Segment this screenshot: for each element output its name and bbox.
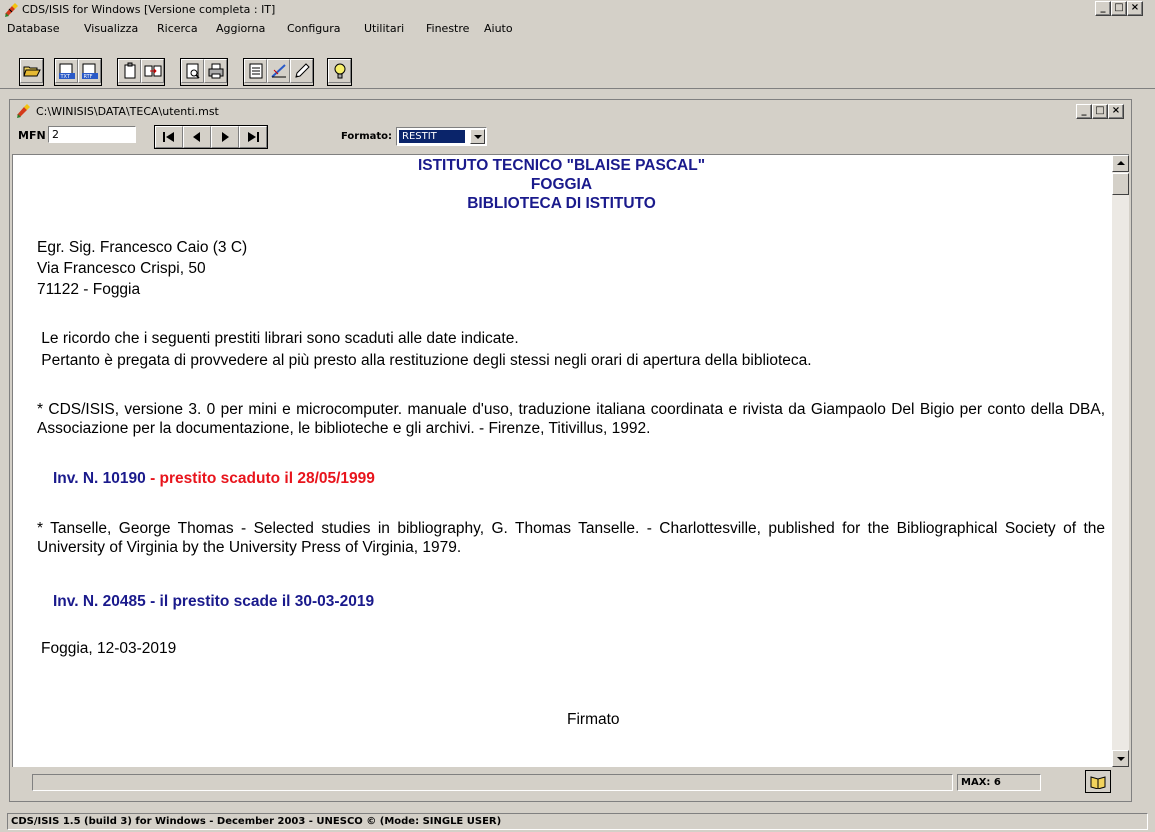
clipboard-button[interactable] <box>118 59 141 83</box>
loan-item-1-inventory: Inv. N. 10190 <box>53 470 146 487</box>
format-label: Formato: <box>341 131 393 142</box>
scroll-up-button[interactable] <box>1112 155 1129 172</box>
database-window-title-bar: C:\WINISIS\DATA\TECA\utenti.mst _ □ × <box>10 100 1131 122</box>
export-rtf-icon: RTF <box>81 63 98 80</box>
skip-last-icon <box>248 132 259 142</box>
message-line-2: Pertanto è pregata di provvedere al più … <box>37 352 812 369</box>
minimize-button[interactable]: _ <box>1095 1 1111 16</box>
main-title-bar: CDS/ISIS for Windows [Versione completa … <box>0 0 1155 19</box>
loan-item-1-overdue: - prestito scaduto il 28/05/1999 <box>145 470 375 487</box>
navigation-bar: MFN 2 Formato: RESTIT <box>10 122 1131 154</box>
scroll-thumb[interactable] <box>1112 173 1129 195</box>
app-icon <box>5 3 18 17</box>
skip-first-icon <box>163 132 174 142</box>
toolbar-group-open <box>19 58 44 86</box>
database-window-title: C:\WINISIS\DATA\TECA\utenti.mst <box>36 105 219 118</box>
menu-aggiorna[interactable]: Aggiorna <box>216 22 265 35</box>
mfn-label: MFN <box>18 129 46 142</box>
vertical-scrollbar[interactable] <box>1112 155 1129 767</box>
copy-records-button[interactable] <box>141 59 164 83</box>
app-window-controls: _ □ × <box>1095 1 1143 16</box>
child-close-button[interactable]: × <box>1108 104 1124 119</box>
menu-aiuto[interactable]: Aiuto <box>484 22 513 35</box>
close-button[interactable]: × <box>1127 1 1143 16</box>
sort-button[interactable] <box>267 59 290 83</box>
print-preview-button[interactable] <box>181 59 204 83</box>
export-txt-button[interactable]: TXT <box>55 59 78 83</box>
edit-pencil-icon <box>294 63 310 78</box>
database-icon <box>17 104 30 118</box>
chevron-down-icon[interactable] <box>470 129 485 144</box>
record-navigation <box>154 125 268 149</box>
record-text: ISTITUTO TECNICO "BLAISE PASCAL" FOGGIA … <box>13 155 1110 767</box>
menu-utilitari[interactable]: Utilitari <box>364 22 404 35</box>
export-rtf-button[interactable]: RTF <box>78 59 101 83</box>
print-button[interactable] <box>204 59 227 83</box>
lightbulb-icon <box>334 63 345 79</box>
header-city: FOGGIA <box>530 176 593 193</box>
dictionary-button[interactable] <box>1085 770 1111 793</box>
sort-icon <box>270 64 286 78</box>
database-window-status-row: MAX: 6 <box>10 768 1131 800</box>
child-maximize-button[interactable]: □ <box>1092 104 1108 119</box>
app-status-bar: CDS/ISIS 1.5 (build 3) for Windows - Dec… <box>7 813 1148 830</box>
menu-bar: Database Visualizza Ricerca Aggiorna Con… <box>0 19 1155 39</box>
address-city: 71122 - Foggia <box>37 281 141 298</box>
clipboard-icon <box>124 62 135 79</box>
svg-text:RTF: RTF <box>83 74 92 80</box>
next-icon <box>222 132 229 142</box>
signature: Firmato <box>567 711 620 728</box>
header-institute: ISTITUTO TECNICO "BLAISE PASCAL" <box>417 157 706 174</box>
database-window: C:\WINISIS\DATA\TECA\utenti.mst _ □ × MF… <box>9 99 1132 802</box>
worksheet-icon <box>249 63 262 79</box>
max-records: MAX: 6 <box>957 774 1041 791</box>
menu-visualizza[interactable]: Visualizza <box>84 22 138 35</box>
record-display: ISTITUTO TECNICO "BLAISE PASCAL" FOGGIA … <box>12 154 1129 767</box>
loan-item-2: * Tanselle, George Thomas - Selected stu… <box>37 520 1105 556</box>
edit-button[interactable] <box>290 59 313 83</box>
previous-icon <box>193 132 200 142</box>
address-name: Egr. Sig. Francesco Caio (3 C) <box>37 239 248 256</box>
first-record-button[interactable] <box>155 126 183 148</box>
print-preview-icon <box>186 63 200 79</box>
menu-database[interactable]: Database <box>7 22 60 35</box>
toolbar-group-edit <box>243 58 314 86</box>
scroll-down-button[interactable] <box>1112 750 1129 767</box>
date-line: Foggia, 12-03-2019 <box>41 640 177 657</box>
message-field <box>32 774 953 791</box>
svg-text:TXT: TXT <box>59 74 70 80</box>
child-minimize-button[interactable]: _ <box>1076 104 1092 119</box>
copy-records-icon <box>144 65 161 77</box>
last-record-button[interactable] <box>239 126 267 148</box>
format-selected-value: RESTIT <box>399 130 465 143</box>
header-library: BIBLIOTECA DI ISTITUTO <box>467 195 656 212</box>
menu-finestre[interactable]: Finestre <box>426 22 469 35</box>
maximize-button[interactable]: □ <box>1111 1 1127 16</box>
loan-item-2-status: Inv. N. 20485 - il prestito scade il 30-… <box>53 593 375 610</box>
toolbar-group-export: TXT RTF <box>54 58 102 86</box>
printer-icon <box>208 63 223 79</box>
tips-button[interactable] <box>328 59 351 83</box>
database-window-controls: _ □ × <box>1076 104 1124 119</box>
address-street: Via Francesco Crispi, 50 <box>37 260 206 277</box>
previous-record-button[interactable] <box>183 126 211 148</box>
next-record-button[interactable] <box>211 126 239 148</box>
menu-ricerca[interactable]: Ricerca <box>157 22 198 35</box>
toolbar-group-help <box>327 58 352 86</box>
mfn-input[interactable]: 2 <box>48 126 136 143</box>
app-title: CDS/ISIS for Windows [Versione completa … <box>22 3 276 16</box>
loan-item-1: * CDS/ISIS, versione 3. 0 per mini e mic… <box>37 401 1105 437</box>
toolbar-group-records <box>117 58 165 86</box>
open-folder-icon <box>22 66 41 77</box>
toolbar-group-print <box>180 58 228 86</box>
export-txt-icon: TXT <box>58 63 75 80</box>
open-folder-button[interactable] <box>20 59 43 83</box>
toolbar: TXT RTF <box>0 40 1155 89</box>
book-icon <box>1090 775 1106 789</box>
menu-configura[interactable]: Configura <box>287 22 341 35</box>
worksheet-button[interactable] <box>244 59 267 83</box>
message-line-1: Le ricordo che i seguenti prestiti libra… <box>37 330 519 347</box>
loan-item-1-status: Inv. N. 10190 - prestito scaduto il 28/0… <box>53 470 375 488</box>
format-select[interactable]: RESTIT <box>396 127 487 146</box>
